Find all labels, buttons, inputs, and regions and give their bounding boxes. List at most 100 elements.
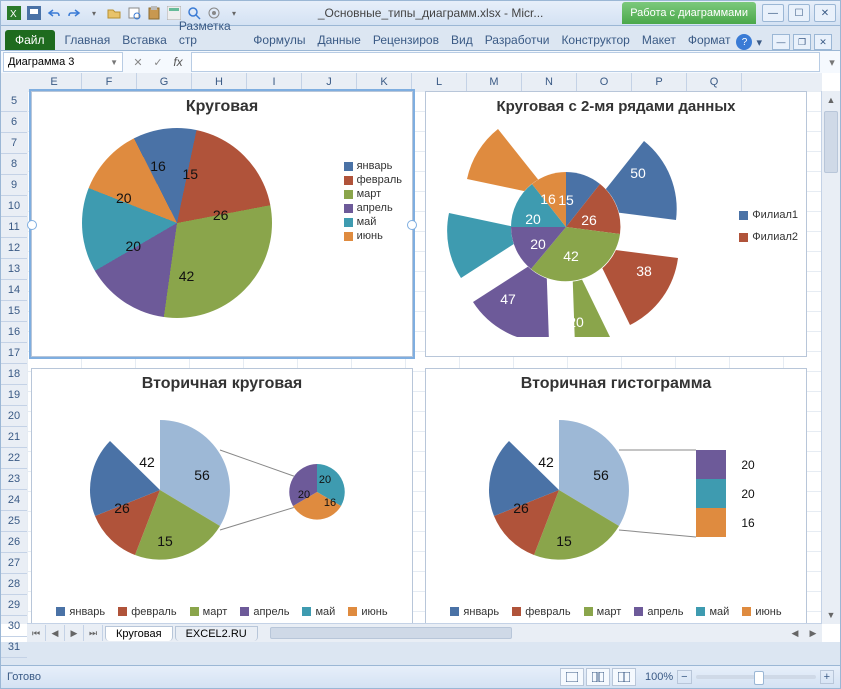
chart-pie-two-series[interactable]: Круговая с 2-мя рядами данных [425, 91, 807, 357]
row-16[interactable]: 16 [1, 322, 27, 343]
zoom-slider-knob[interactable] [754, 671, 764, 685]
row-5[interactable]: 5 [1, 91, 27, 112]
row-24[interactable]: 24 [1, 490, 27, 511]
sheet-nav-next-icon[interactable]: ▶ [65, 625, 84, 641]
row-27[interactable]: 27 [1, 553, 27, 574]
scroll-right-icon[interactable]: ▶ [804, 628, 822, 639]
paste-icon[interactable] [145, 4, 163, 22]
col-q[interactable]: Q [687, 73, 742, 91]
tab-home[interactable]: Главная [59, 30, 117, 50]
chart-legend[interactable]: январь февраль март апрель май июнь [32, 606, 412, 620]
chart-legend[interactable]: Филиал1 Филиал2 [739, 207, 798, 245]
col-j[interactable]: J [302, 73, 357, 91]
horizontal-scrollbar[interactable] [268, 626, 786, 640]
cells-canvas[interactable]: Круговая 15 26 42 20 20 16 январь феврал… [27, 91, 822, 624]
name-box[interactable]: Диаграмма 3 ▼ [3, 52, 123, 72]
column-headers[interactable]: E F G H I J K L M N O P Q [27, 73, 822, 92]
col-g[interactable]: G [137, 73, 192, 91]
row-11[interactable]: 11 [1, 217, 27, 238]
row-21[interactable]: 21 [1, 427, 27, 448]
row-22[interactable]: 22 [1, 448, 27, 469]
view-normal-icon[interactable] [560, 668, 584, 686]
sheet-nav-prev-icon[interactable]: ◀ [46, 625, 65, 641]
row-12[interactable]: 12 [1, 238, 27, 259]
row-18[interactable]: 18 [1, 364, 27, 385]
col-h[interactable]: H [192, 73, 247, 91]
tab-chart-layout[interactable]: Макет [636, 30, 682, 50]
tab-data[interactable]: Данные [312, 30, 367, 50]
minimize-button[interactable]: — [762, 4, 784, 22]
tab-chart-format[interactable]: Формат [682, 30, 737, 50]
col-i[interactable]: I [247, 73, 302, 91]
view-page-layout-icon[interactable] [586, 668, 610, 686]
chart-title[interactable]: Круговая с 2-мя рядами данных [426, 92, 806, 117]
redo-icon[interactable] [65, 4, 83, 22]
sheet-nav-first-icon[interactable]: ⏮ [27, 625, 46, 641]
row-7[interactable]: 7 [1, 133, 27, 154]
tab-review[interactable]: Рецензиров [367, 30, 445, 50]
open-icon[interactable] [105, 4, 123, 22]
row-31[interactable]: 31 [1, 637, 27, 658]
chart-title[interactable]: Вторичная круговая [32, 369, 412, 395]
qat-more-icon[interactable]: ▾ [85, 4, 103, 22]
vertical-scrollbar[interactable]: ▲ ▼ [821, 91, 840, 624]
ribbon-min-icon[interactable]: ▾ [756, 36, 762, 49]
chart-bar-of-pie[interactable]: Вторичная гистограмма [425, 368, 807, 624]
row-headers[interactable]: 5678910111213141516171819202122232425262… [1, 91, 28, 624]
row-8[interactable]: 8 [1, 154, 27, 175]
row-17[interactable]: 17 [1, 343, 27, 364]
cancel-formula-icon[interactable]: ✕ [129, 53, 147, 71]
chart-title[interactable]: Вторичная гистограмма [426, 369, 806, 395]
row-20[interactable]: 20 [1, 406, 27, 427]
chart-title[interactable]: Круговая [32, 92, 412, 118]
row-13[interactable]: 13 [1, 259, 27, 280]
workbook-minimize-button[interactable]: — [772, 34, 790, 50]
row-19[interactable]: 19 [1, 385, 27, 406]
col-f[interactable]: F [82, 73, 137, 91]
tab-formulas[interactable]: Формулы [247, 30, 311, 50]
tab-insert[interactable]: Вставка [116, 30, 173, 50]
fx-icon[interactable]: fx [169, 53, 187, 71]
close-button[interactable]: ✕ [814, 4, 836, 22]
row-23[interactable]: 23 [1, 469, 27, 490]
zoom-out-button[interactable]: − [677, 670, 691, 684]
excel-icon[interactable]: X [5, 4, 23, 22]
chart-pie-of-pie[interactable]: Вторичная круговая [31, 368, 413, 624]
formula-input[interactable] [191, 52, 820, 72]
name-box-dropdown-icon[interactable]: ▼ [110, 58, 118, 67]
help-icon[interactable]: ? [736, 34, 752, 50]
row-30[interactable]: 30 [1, 616, 27, 637]
chart-legend[interactable]: январь февраль март апрель май июнь [426, 606, 806, 620]
tab-view[interactable]: Вид [445, 30, 479, 50]
col-p[interactable]: P [632, 73, 687, 91]
enter-formula-icon[interactable]: ✓ [149, 53, 167, 71]
col-l[interactable]: L [412, 73, 467, 91]
select-all-button[interactable] [1, 73, 28, 92]
sheet-tab-active[interactable]: Круговая [105, 626, 173, 641]
col-m[interactable]: M [467, 73, 522, 91]
col-k[interactable]: K [357, 73, 412, 91]
scroll-up-icon[interactable]: ▲ [822, 91, 840, 109]
row-28[interactable]: 28 [1, 574, 27, 595]
row-14[interactable]: 14 [1, 280, 27, 301]
sheet-nav-last-icon[interactable]: ⏭ [84, 625, 103, 641]
scroll-down-icon[interactable]: ▼ [822, 606, 840, 624]
zoom-slider[interactable] [696, 675, 816, 679]
zoom-in-button[interactable]: + [820, 670, 834, 684]
chart-legend[interactable]: январь февраль март апрель май июнь [344, 158, 402, 244]
vscroll-thumb[interactable] [824, 111, 838, 173]
expand-formula-bar-icon[interactable]: ▾ [824, 56, 840, 69]
row-29[interactable]: 29 [1, 595, 27, 616]
view-page-break-icon[interactable] [612, 668, 636, 686]
maximize-button[interactable]: ☐ [788, 4, 810, 22]
chart-pie-simple[interactable]: Круговая 15 26 42 20 20 16 январь феврал… [31, 91, 413, 357]
row-15[interactable]: 15 [1, 301, 27, 322]
tab-file[interactable]: Файл [5, 30, 55, 50]
col-n[interactable]: N [522, 73, 577, 91]
workbook-restore-button[interactable]: ❐ [793, 34, 811, 50]
row-6[interactable]: 6 [1, 112, 27, 133]
pie-plot[interactable]: 15 26 42 20 20 16 [82, 128, 272, 318]
row-26[interactable]: 26 [1, 532, 27, 553]
hscroll-thumb[interactable] [270, 627, 512, 639]
row-25[interactable]: 25 [1, 511, 27, 532]
